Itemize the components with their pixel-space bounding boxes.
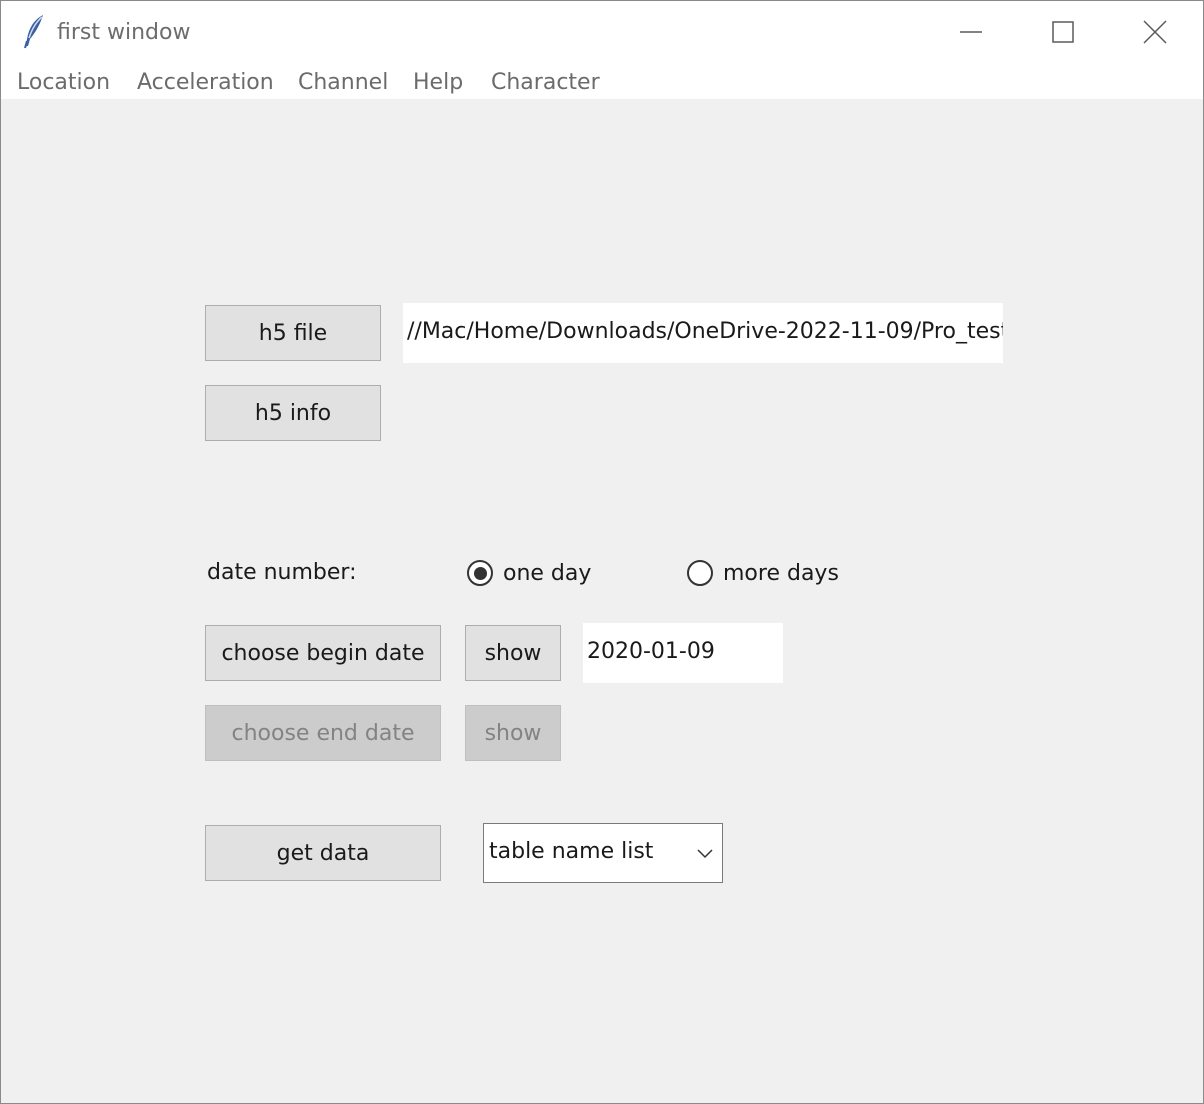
h5-file-button[interactable]: h5 file: [205, 305, 381, 361]
choose-begin-date-button[interactable]: choose begin date: [205, 625, 441, 681]
minimize-button[interactable]: [925, 1, 1017, 63]
menu-help[interactable]: Help: [413, 67, 463, 99]
h5-info-button[interactable]: h5 info: [205, 385, 381, 441]
choose-end-date-button: choose end date: [205, 705, 441, 761]
maximize-button[interactable]: [1017, 1, 1109, 63]
date-number-label: date number:: [207, 560, 357, 585]
feather-icon: [24, 15, 43, 49]
get-data-button[interactable]: get data: [205, 825, 441, 881]
menu-bar: Location Acceleration Channel Help Chara…: [1, 65, 1203, 99]
close-button[interactable]: [1109, 1, 1201, 63]
menu-location[interactable]: Location: [17, 67, 110, 99]
menu-channel[interactable]: Channel: [298, 67, 388, 99]
minimize-icon: [960, 31, 982, 33]
menu-acceleration[interactable]: Acceleration: [137, 67, 274, 99]
maximize-icon: [1052, 21, 1074, 43]
title-bar[interactable]: first window: [1, 1, 1203, 65]
table-name-select-value: table name list: [489, 839, 654, 864]
radio-one-day[interactable]: one day: [467, 558, 591, 588]
menu-character[interactable]: Character: [491, 67, 600, 99]
table-name-select[interactable]: table name list: [483, 823, 723, 883]
radio-more-days[interactable]: more days: [687, 558, 839, 588]
chevron-down-icon: [697, 849, 713, 859]
radio-checked-icon: [467, 560, 493, 586]
show-end-date-button: show: [465, 705, 561, 761]
begin-date-field[interactable]: 2020-01-09: [583, 623, 783, 683]
show-begin-date-button[interactable]: show: [465, 625, 561, 681]
radio-one-day-label: one day: [503, 560, 592, 586]
close-icon: [1143, 20, 1167, 44]
file-path-field[interactable]: //Mac/Home/Downloads/OneDrive-2022-11-09…: [403, 303, 1003, 363]
app-window: first window Location Acceleration Chann…: [0, 0, 1204, 1104]
radio-more-days-label: more days: [723, 560, 839, 586]
radio-unchecked-icon: [687, 560, 713, 586]
window-title: first window: [57, 20, 191, 45]
